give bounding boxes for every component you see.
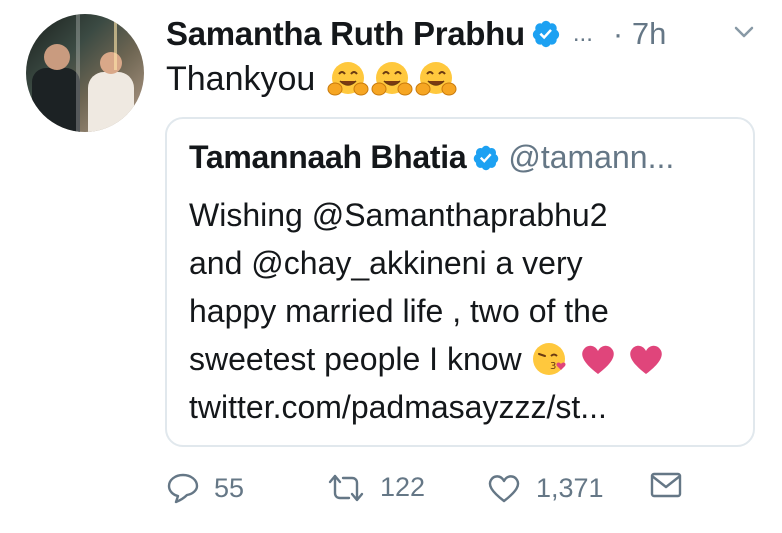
verified-badge-icon [532,20,559,48]
heart-emoji [581,345,614,374]
like-button[interactable]: 1,371 [486,472,604,504]
quoted-author-handle: @tamann... [508,139,675,175]
envelope-icon [650,472,682,498]
quoted-tweet-header: Tamannaah Bhatia @tamann... [189,139,674,176]
reply-count: 55 [214,472,245,503]
retweet-button[interactable]: 122 [326,472,425,503]
author-name[interactable]: Samantha Ruth Prabhu [166,15,525,53]
quoted-tweet-card[interactable]: Tamannaah Bhatia @tamann... Wishing @Sam… [165,117,755,447]
tweet-text: Thankyou [166,59,457,99]
quoted-text-line: Wishing @Samanthaprabhu2 [189,197,608,233]
retweet-count: 122 [380,472,426,502]
hugging-face-emoji [371,62,413,96]
quoted-author-name: Tamannaah Bhatia [189,139,467,175]
tweet-text-content: Thankyou [166,59,316,98]
quoted-text-line-with-emoji: sweetest people I know 3 [189,335,749,383]
quoted-text-line: and @chay_akkineni a very [189,245,583,281]
hugging-face-emoji [327,62,369,96]
direct-message-button[interactable] [650,472,696,498]
heart-outline-icon [488,475,520,503]
chevron-down-icon[interactable] [734,25,754,39]
author-avatar[interactable] [26,14,144,132]
kissing-face-emoji: 3 [532,343,566,375]
tweet-header: Samantha Ruth Prabhu ... · 7h [166,14,666,54]
quoted-text-line: happy married life , two of the [189,293,609,329]
like-count: 1,371 [536,472,604,503]
quoted-link[interactable]: twitter.com/padmasayzzz/st... [189,383,749,431]
quoted-text-line: sweetest people I know [189,341,522,377]
tweet-actions: 55 122 1,371 [166,472,686,514]
quoted-tweet-text: Wishing @Samanthaprabhu2 and @chay_akkin… [189,191,749,431]
truncation-ellipsis: ... [572,20,593,47]
reply-icon [167,473,199,504]
hugging-face-emoji [415,62,457,96]
svg-text:3: 3 [550,361,556,372]
reply-button[interactable]: 55 [166,472,244,504]
retweet-icon [328,474,364,501]
verified-badge-icon [474,145,499,170]
heart-emoji [629,345,662,374]
tweet-timestamp[interactable]: · 7h [613,16,666,52]
